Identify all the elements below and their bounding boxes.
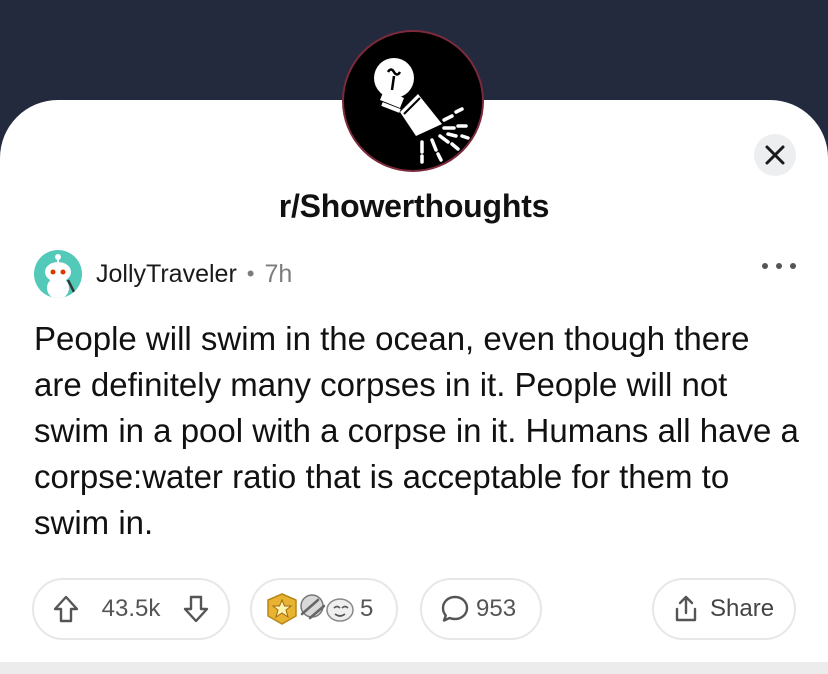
more-options-button[interactable] (762, 254, 796, 278)
snoo-avatar-icon (45, 254, 76, 298)
awards-button[interactable]: 5 (250, 578, 398, 640)
comments-button[interactable]: 953 (420, 578, 542, 640)
close-button[interactable] (754, 134, 796, 176)
post-age: 7h (264, 259, 293, 288)
upvote-arrow-icon[interactable] (52, 594, 80, 624)
share-label: Share (710, 595, 775, 622)
handshake-award-icon (300, 594, 326, 620)
close-icon (765, 145, 785, 165)
more-dot (790, 263, 796, 269)
more-dot (776, 263, 782, 269)
more-dot (762, 263, 768, 269)
awards-count: 5 (360, 595, 374, 622)
vote-bar: 43.5k (32, 578, 230, 640)
post-title[interactable]: People will swim in the ocean, even thou… (34, 316, 804, 546)
awards-icons (267, 593, 354, 625)
share-icon (675, 595, 697, 622)
post-meta: JollyTraveler • 7h (34, 250, 292, 298)
author-name[interactable]: JollyTraveler (96, 260, 237, 289)
vote-count: 43.5k (101, 595, 161, 622)
downvote-arrow-icon[interactable] (182, 594, 210, 624)
comment-bubble-icon (441, 595, 469, 622)
star-award-icon (267, 593, 297, 625)
subreddit-name[interactable]: r/Showerthoughts (0, 188, 828, 225)
comment-count: 953 (476, 595, 517, 622)
avatar[interactable] (34, 250, 82, 298)
share-button[interactable]: Share (652, 578, 796, 640)
divider (0, 662, 828, 674)
meta-separator: • (246, 261, 255, 286)
face-award-icon (326, 598, 354, 622)
shower-lightbulb-icon (374, 58, 470, 164)
subreddit-icon[interactable] (342, 30, 484, 172)
